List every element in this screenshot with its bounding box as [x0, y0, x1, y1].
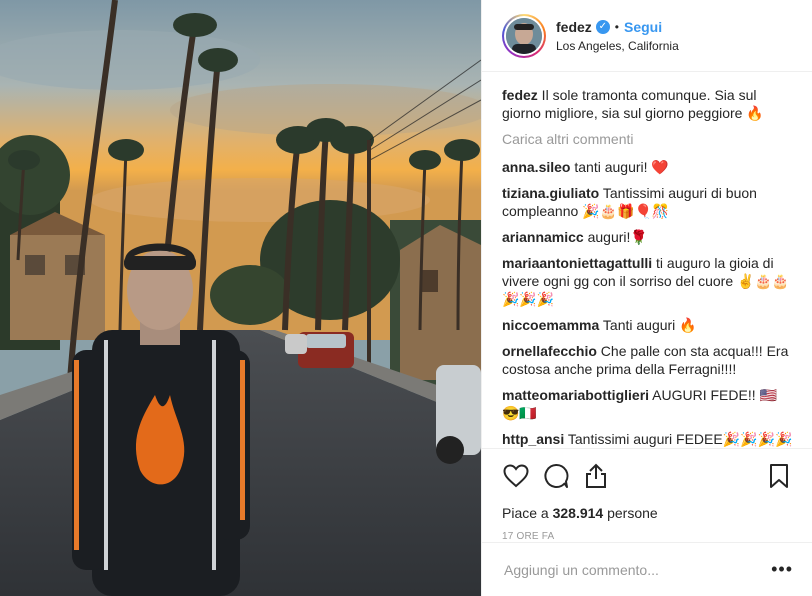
comment-text: Il sole tramonta comunque. Sia sul giorn… — [502, 87, 764, 121]
post-location[interactable]: Los Angeles, California — [556, 39, 679, 53]
heart-icon[interactable] — [502, 462, 530, 490]
post-username[interactable]: fedez — [556, 19, 592, 35]
comment-item: niccoemamma Tanti auguri 🔥 — [502, 316, 794, 334]
load-more-comments-button[interactable]: Carica altri commenti — [502, 130, 794, 148]
comment-username[interactable]: fedez — [502, 87, 538, 103]
caption: fedez Il sole tramonta comunque. Sia sul… — [502, 86, 794, 122]
comment-username[interactable]: matteomariabottiglieri — [502, 387, 649, 403]
avatar-story-ring[interactable] — [502, 13, 546, 58]
comment-username[interactable]: mariaantoniettagattulli — [502, 255, 652, 271]
comment-item: mariaantoniettagattulli ti auguro la gio… — [502, 254, 794, 308]
likes-prefix: Piace a — [502, 505, 553, 521]
comment-username[interactable]: http_ansi — [502, 431, 564, 447]
comment-item: tiziana.giuliato Tantissimi auguri di bu… — [502, 184, 794, 220]
likes-number: 328.914 — [552, 505, 604, 521]
comment-item: matteomariabottiglieri AUGURI FEDE!! 🇺🇸😎… — [502, 386, 794, 422]
verified-badge-icon: ✓ — [595, 19, 610, 34]
comment-input[interactable] — [502, 560, 772, 579]
follow-button[interactable]: Segui — [624, 19, 662, 35]
comment-username[interactable]: ornellafecchio — [502, 343, 597, 359]
instagram-post: fedez ✓ • Segui Los Angeles, California … — [0, 0, 812, 596]
more-options-icon[interactable]: ••• — [771, 559, 793, 580]
comment-username[interactable]: tiziana.giuliato — [502, 185, 599, 201]
separator-dot: • — [614, 19, 619, 34]
comment-username[interactable]: anna.sileo — [502, 159, 570, 175]
share-icon[interactable] — [582, 462, 610, 490]
likes-suffix: persone — [603, 505, 658, 521]
comment-text: auguri!🌹 — [583, 229, 648, 245]
comment-item: ariannamicc auguri!🌹 — [502, 228, 794, 246]
comment-list[interactable]: fedez Il sole tramonta comunque. Sia sul… — [502, 86, 794, 448]
post-image — [0, 0, 481, 596]
avatar — [506, 17, 542, 54]
comment-item: ornellafecchio Che palle con sta acqua!!… — [502, 342, 794, 378]
post-header: fedez ✓ • Segui Los Angeles, California — [482, 0, 812, 72]
add-comment-bar: ••• — [482, 542, 812, 596]
post-sidebar: fedez ✓ • Segui Los Angeles, California … — [481, 0, 812, 596]
likes-count[interactable]: Piace a 328.914 persone — [502, 505, 793, 521]
post-photo[interactable] — [0, 0, 481, 596]
comment-text: tanti auguri! ❤️ — [570, 159, 669, 175]
comment-username[interactable]: niccoemamma — [502, 317, 599, 333]
comment-icon[interactable] — [542, 462, 570, 490]
comment-text: Tanti auguri 🔥 — [599, 317, 697, 333]
comment-username[interactable]: ariannamicc — [502, 229, 584, 245]
comment-item: anna.sileo tanti auguri! ❤️ — [502, 158, 794, 176]
post-timestamp[interactable]: 17 ORE FA — [502, 531, 793, 542]
bookmark-icon[interactable] — [765, 462, 793, 490]
comment-item: http_ansi Tantissimi auguri FEDEE🎉🎉🎉🎉🎉🎉😍… — [502, 430, 794, 448]
